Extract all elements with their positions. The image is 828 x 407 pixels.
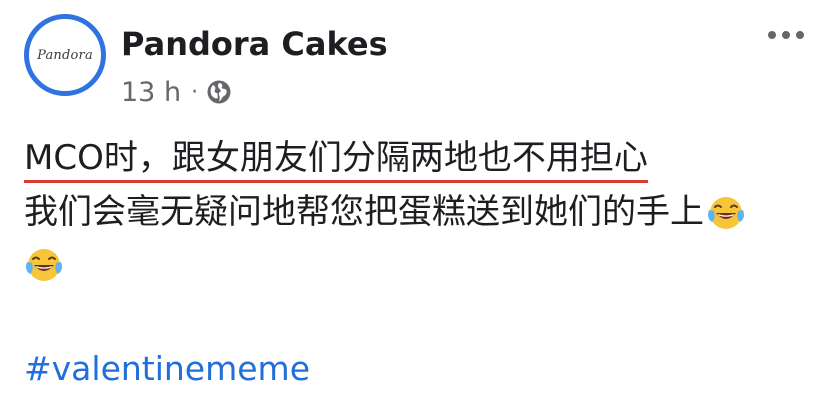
- page-name-link[interactable]: Pandora Cakes: [121, 24, 388, 64]
- more-options-icon[interactable]: [768, 28, 804, 42]
- hashtag-link[interactable]: #valentinememe: [24, 347, 310, 391]
- more-dot: [768, 31, 776, 39]
- underlined-text: MCO时，跟女朋友们分隔两地也不用担心: [24, 137, 648, 183]
- meta-separator: ·: [191, 79, 199, 105]
- post-meta: 13 h ·: [121, 74, 232, 110]
- face-with-tears-of-joy-icon: [26, 249, 62, 281]
- post-body: MCO时，跟女朋友们分隔两地也不用担心 我们会毫无疑问地帮您把蛋糕送到她们的手上: [24, 134, 814, 290]
- post-line-3: [24, 238, 814, 290]
- post-text-line-2: 我们会毫无疑问地帮您把蛋糕送到她们的手上: [24, 192, 704, 232]
- post-line-1: MCO时，跟女朋友们分隔两地也不用担心: [24, 134, 814, 186]
- globe-icon[interactable]: [206, 79, 232, 105]
- more-dot: [782, 31, 790, 39]
- facebook-post: Pandora Pandora Cakes 13 h · MCO时，跟女朋友们分…: [0, 0, 828, 407]
- page-avatar[interactable]: Pandora: [24, 14, 106, 96]
- avatar-logo-text: Pandora: [37, 47, 93, 63]
- post-line-2: 我们会毫无疑问地帮您把蛋糕送到她们的手上: [24, 186, 814, 238]
- face-with-tears-of-joy-icon: [708, 197, 744, 229]
- post-timestamp[interactable]: 13 h: [121, 77, 181, 108]
- more-dot: [796, 31, 804, 39]
